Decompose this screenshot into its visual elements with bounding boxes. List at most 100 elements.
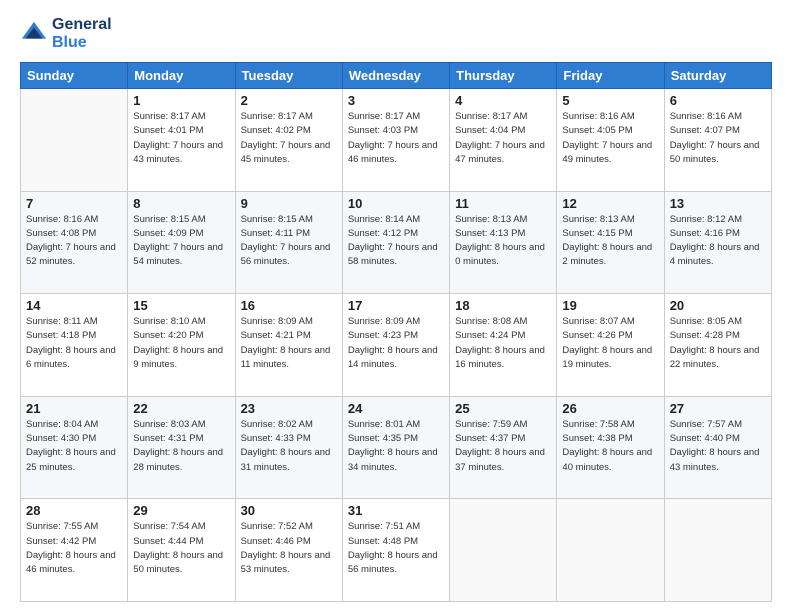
day-info: Sunrise: 8:17 AMSunset: 4:04 PMDaylight:…	[455, 111, 545, 165]
day-number: 11	[455, 196, 551, 211]
calendar-cell	[21, 89, 128, 192]
day-info: Sunrise: 8:17 AMSunset: 4:01 PMDaylight:…	[133, 111, 223, 165]
calendar-table: SundayMondayTuesdayWednesdayThursdayFrid…	[20, 62, 772, 602]
weekday-header-monday: Monday	[128, 63, 235, 89]
day-number: 27	[670, 401, 766, 416]
day-number: 14	[26, 298, 122, 313]
calendar-cell	[557, 499, 664, 602]
day-number: 7	[26, 196, 122, 211]
day-info: Sunrise: 8:12 AMSunset: 4:16 PMDaylight:…	[670, 214, 760, 268]
day-number: 2	[241, 93, 337, 108]
day-number: 13	[670, 196, 766, 211]
calendar-cell: 11 Sunrise: 8:13 AMSunset: 4:13 PMDaylig…	[450, 191, 557, 294]
day-info: Sunrise: 8:07 AMSunset: 4:26 PMDaylight:…	[562, 316, 652, 370]
day-info: Sunrise: 7:55 AMSunset: 4:42 PMDaylight:…	[26, 521, 116, 575]
calendar-cell: 6 Sunrise: 8:16 AMSunset: 4:07 PMDayligh…	[664, 89, 771, 192]
calendar-cell: 5 Sunrise: 8:16 AMSunset: 4:05 PMDayligh…	[557, 89, 664, 192]
day-info: Sunrise: 7:59 AMSunset: 4:37 PMDaylight:…	[455, 419, 545, 473]
calendar-cell: 29 Sunrise: 7:54 AMSunset: 4:44 PMDaylig…	[128, 499, 235, 602]
calendar-cell	[664, 499, 771, 602]
calendar-cell: 12 Sunrise: 8:13 AMSunset: 4:15 PMDaylig…	[557, 191, 664, 294]
day-number: 26	[562, 401, 658, 416]
day-info: Sunrise: 7:51 AMSunset: 4:48 PMDaylight:…	[348, 521, 438, 575]
calendar-cell: 30 Sunrise: 7:52 AMSunset: 4:46 PMDaylig…	[235, 499, 342, 602]
day-info: Sunrise: 7:54 AMSunset: 4:44 PMDaylight:…	[133, 521, 223, 575]
day-info: Sunrise: 8:13 AMSunset: 4:13 PMDaylight:…	[455, 214, 545, 268]
day-info: Sunrise: 8:17 AMSunset: 4:02 PMDaylight:…	[241, 111, 331, 165]
calendar-cell: 23 Sunrise: 8:02 AMSunset: 4:33 PMDaylig…	[235, 396, 342, 499]
calendar-cell: 27 Sunrise: 7:57 AMSunset: 4:40 PMDaylig…	[664, 396, 771, 499]
day-info: Sunrise: 8:09 AMSunset: 4:21 PMDaylight:…	[241, 316, 331, 370]
day-number: 17	[348, 298, 444, 313]
day-info: Sunrise: 8:16 AMSunset: 4:05 PMDaylight:…	[562, 111, 652, 165]
day-number: 23	[241, 401, 337, 416]
calendar-cell: 8 Sunrise: 8:15 AMSunset: 4:09 PMDayligh…	[128, 191, 235, 294]
day-info: Sunrise: 8:10 AMSunset: 4:20 PMDaylight:…	[133, 316, 223, 370]
calendar-week-3: 14 Sunrise: 8:11 AMSunset: 4:18 PMDaylig…	[21, 294, 772, 397]
day-number: 25	[455, 401, 551, 416]
calendar-cell: 20 Sunrise: 8:05 AMSunset: 4:28 PMDaylig…	[664, 294, 771, 397]
logo-text: General Blue	[52, 16, 112, 52]
day-info: Sunrise: 8:15 AMSunset: 4:09 PMDaylight:…	[133, 214, 223, 268]
calendar-cell: 24 Sunrise: 8:01 AMSunset: 4:35 PMDaylig…	[342, 396, 449, 499]
calendar-cell: 9 Sunrise: 8:15 AMSunset: 4:11 PMDayligh…	[235, 191, 342, 294]
calendar-cell: 7 Sunrise: 8:16 AMSunset: 4:08 PMDayligh…	[21, 191, 128, 294]
day-number: 18	[455, 298, 551, 313]
day-number: 6	[670, 93, 766, 108]
calendar-cell: 14 Sunrise: 8:11 AMSunset: 4:18 PMDaylig…	[21, 294, 128, 397]
day-info: Sunrise: 8:05 AMSunset: 4:28 PMDaylight:…	[670, 316, 760, 370]
page: General Blue SundayMondayTuesdayWednesda…	[0, 0, 792, 612]
day-info: Sunrise: 8:08 AMSunset: 4:24 PMDaylight:…	[455, 316, 545, 370]
day-number: 5	[562, 93, 658, 108]
day-number: 12	[562, 196, 658, 211]
calendar-cell: 13 Sunrise: 8:12 AMSunset: 4:16 PMDaylig…	[664, 191, 771, 294]
day-number: 3	[348, 93, 444, 108]
calendar-cell	[450, 499, 557, 602]
calendar-cell: 2 Sunrise: 8:17 AMSunset: 4:02 PMDayligh…	[235, 89, 342, 192]
calendar-cell: 18 Sunrise: 8:08 AMSunset: 4:24 PMDaylig…	[450, 294, 557, 397]
calendar-cell: 4 Sunrise: 8:17 AMSunset: 4:04 PMDayligh…	[450, 89, 557, 192]
day-info: Sunrise: 8:02 AMSunset: 4:33 PMDaylight:…	[241, 419, 331, 473]
day-info: Sunrise: 7:52 AMSunset: 4:46 PMDaylight:…	[241, 521, 331, 575]
weekday-header-saturday: Saturday	[664, 63, 771, 89]
header: General Blue	[20, 16, 772, 52]
calendar-cell: 15 Sunrise: 8:10 AMSunset: 4:20 PMDaylig…	[128, 294, 235, 397]
day-info: Sunrise: 8:09 AMSunset: 4:23 PMDaylight:…	[348, 316, 438, 370]
day-number: 22	[133, 401, 229, 416]
weekday-header-sunday: Sunday	[21, 63, 128, 89]
logo: General Blue	[20, 16, 112, 52]
weekday-header-thursday: Thursday	[450, 63, 557, 89]
day-info: Sunrise: 8:16 AMSunset: 4:08 PMDaylight:…	[26, 214, 116, 268]
weekday-header-tuesday: Tuesday	[235, 63, 342, 89]
day-info: Sunrise: 8:01 AMSunset: 4:35 PMDaylight:…	[348, 419, 438, 473]
weekday-header-wednesday: Wednesday	[342, 63, 449, 89]
calendar-cell: 19 Sunrise: 8:07 AMSunset: 4:26 PMDaylig…	[557, 294, 664, 397]
day-info: Sunrise: 8:17 AMSunset: 4:03 PMDaylight:…	[348, 111, 438, 165]
day-number: 9	[241, 196, 337, 211]
weekday-header-row: SundayMondayTuesdayWednesdayThursdayFrid…	[21, 63, 772, 89]
calendar-cell: 10 Sunrise: 8:14 AMSunset: 4:12 PMDaylig…	[342, 191, 449, 294]
day-number: 24	[348, 401, 444, 416]
day-number: 10	[348, 196, 444, 211]
day-info: Sunrise: 7:58 AMSunset: 4:38 PMDaylight:…	[562, 419, 652, 473]
calendar-week-4: 21 Sunrise: 8:04 AMSunset: 4:30 PMDaylig…	[21, 396, 772, 499]
day-number: 8	[133, 196, 229, 211]
day-number: 15	[133, 298, 229, 313]
day-number: 31	[348, 503, 444, 518]
calendar-week-5: 28 Sunrise: 7:55 AMSunset: 4:42 PMDaylig…	[21, 499, 772, 602]
calendar-cell: 16 Sunrise: 8:09 AMSunset: 4:21 PMDaylig…	[235, 294, 342, 397]
day-number: 19	[562, 298, 658, 313]
calendar-cell: 22 Sunrise: 8:03 AMSunset: 4:31 PMDaylig…	[128, 396, 235, 499]
day-number: 1	[133, 93, 229, 108]
calendar-cell: 26 Sunrise: 7:58 AMSunset: 4:38 PMDaylig…	[557, 396, 664, 499]
day-info: Sunrise: 8:04 AMSunset: 4:30 PMDaylight:…	[26, 419, 116, 473]
calendar-week-2: 7 Sunrise: 8:16 AMSunset: 4:08 PMDayligh…	[21, 191, 772, 294]
day-number: 4	[455, 93, 551, 108]
day-info: Sunrise: 8:13 AMSunset: 4:15 PMDaylight:…	[562, 214, 652, 268]
day-number: 20	[670, 298, 766, 313]
day-info: Sunrise: 8:15 AMSunset: 4:11 PMDaylight:…	[241, 214, 331, 268]
day-info: Sunrise: 7:57 AMSunset: 4:40 PMDaylight:…	[670, 419, 760, 473]
calendar-cell: 1 Sunrise: 8:17 AMSunset: 4:01 PMDayligh…	[128, 89, 235, 192]
day-number: 16	[241, 298, 337, 313]
calendar-cell: 28 Sunrise: 7:55 AMSunset: 4:42 PMDaylig…	[21, 499, 128, 602]
